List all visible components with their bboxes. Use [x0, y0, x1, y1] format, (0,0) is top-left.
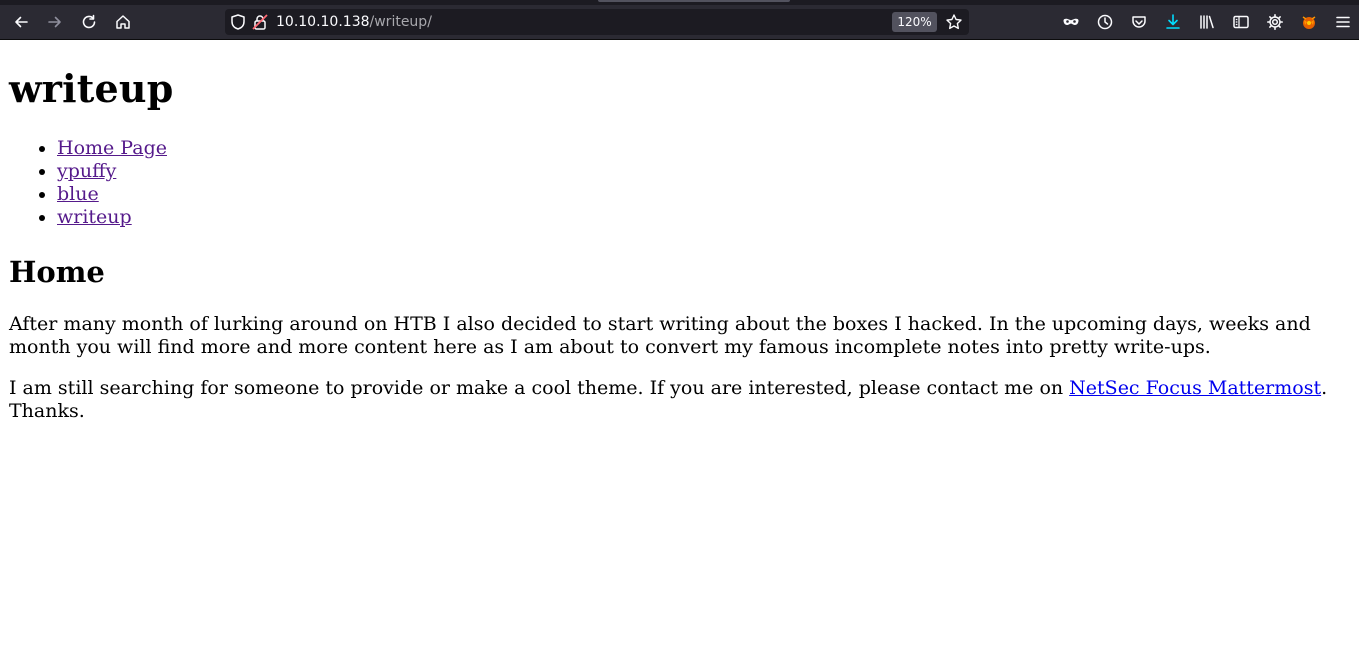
nav-link-home-page[interactable]: Home Page	[57, 137, 167, 159]
url-bar[interactable]: 10.10.10.138/writeup/ 120%	[225, 9, 969, 35]
back-button[interactable]	[8, 9, 34, 35]
extension-button[interactable]	[1296, 9, 1322, 35]
reload-button[interactable]	[76, 9, 102, 35]
history-icon	[1097, 14, 1113, 30]
intro-paragraph: After many month of lurking around on HT…	[9, 313, 1311, 358]
settings-button[interactable]	[1262, 9, 1288, 35]
active-tab-indicator[interactable]	[598, 0, 790, 2]
lock-icon[interactable]	[251, 13, 269, 31]
nav-item: writeup	[57, 206, 167, 229]
library-icon	[1200, 15, 1214, 29]
history-button[interactable]	[1092, 9, 1118, 35]
home-icon	[116, 15, 130, 29]
mattermost-link[interactable]: NetSec Focus Mattermost	[1069, 377, 1321, 399]
bookmark-star-icon[interactable]	[945, 13, 963, 31]
contact-paragraph: I am still searching for someone to prov…	[9, 377, 1354, 423]
shield-icon[interactable]	[229, 13, 247, 31]
home-button[interactable]	[110, 9, 136, 35]
downloads-button[interactable]	[1160, 9, 1186, 35]
menu-icon	[1336, 16, 1350, 28]
page-title: writeup	[9, 66, 174, 111]
back-icon	[15, 16, 28, 28]
nav-list: Home Page ypuffy blue writeup	[9, 137, 167, 229]
reload-icon	[82, 14, 96, 29]
nav-link-blue[interactable]: blue	[57, 183, 99, 205]
private-browsing-button[interactable]	[1058, 9, 1084, 35]
pocket-button[interactable]	[1126, 9, 1152, 35]
downloads-icon	[1166, 14, 1180, 29]
sidebar-button[interactable]	[1228, 9, 1254, 35]
menu-button[interactable]	[1330, 9, 1356, 35]
forward-button[interactable]	[42, 9, 68, 35]
extension-icon	[1302, 16, 1316, 29]
pocket-icon	[1132, 16, 1146, 28]
forward-icon	[48, 16, 61, 28]
private-mask-icon	[1063, 18, 1079, 25]
sidebar-icon	[1233, 15, 1249, 29]
gear-icon	[1267, 14, 1283, 30]
nav-item: blue	[57, 183, 167, 206]
contact-text: I am still searching for someone to prov…	[9, 377, 1070, 399]
zoom-indicator[interactable]: 120%	[892, 12, 937, 32]
nav-item: ypuffy	[57, 160, 167, 183]
section-title: Home	[9, 255, 105, 289]
library-button[interactable]	[1194, 9, 1220, 35]
url-text[interactable]: 10.10.10.138/writeup/	[276, 13, 432, 31]
url-host: 10.10.10.138	[276, 14, 370, 30]
browser-toolbar: 10.10.10.138/writeup/ 120%	[0, 0, 1359, 40]
page-content: writeup Home Page ypuffy blue writeup Ho…	[0, 40, 1359, 651]
nav-item: Home Page	[57, 137, 167, 160]
nav-link-writeup[interactable]: writeup	[57, 206, 132, 228]
url-path: /writeup/	[369, 14, 432, 30]
nav-link-ypuffy[interactable]: ypuffy	[57, 160, 116, 182]
